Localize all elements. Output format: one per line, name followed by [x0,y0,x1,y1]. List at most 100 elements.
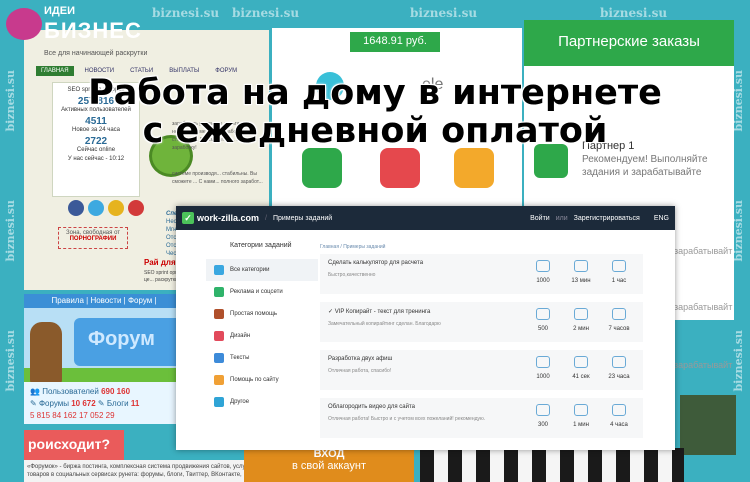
time-value: 41 сек [572,374,590,380]
login-button-sublabel: в свой аккаунт [291,460,367,472]
what-happens-heading: роисходит? [24,430,124,460]
stopwatch-icon [574,404,588,416]
watermark-text: biznesi.su [600,6,668,20]
money-tile-icon[interactable] [454,148,494,188]
banner-line2: ПОРНОГРАФИИ [69,236,117,242]
google-icon[interactable] [108,200,124,216]
task-card[interactable]: Разработка двух афиш Отличная работа, сп… [320,350,643,390]
time-metric: 41 сек [566,356,596,380]
youtube-icon[interactable] [128,200,144,216]
partners-title: Партнерские заказы [524,20,734,66]
task-card[interactable]: Облагородить видео для сайта Отличная ра… [320,398,643,438]
time-value: 2 мин [573,326,589,332]
blogs-label: Блоги [106,399,129,408]
forum-stats: 👥 Пользователей 690 160 ✎ Форумы 10 672 … [24,382,184,424]
deadline-value: 1 час [611,278,627,284]
title-line2: с ежедневной оплатой [142,111,608,151]
balance-badge: 1648.91 руб. [350,32,440,52]
plus-tile-icon[interactable] [302,148,342,188]
deadline-metric: 1 час [604,260,634,284]
users-label: Пользователей [42,387,99,396]
text-icon [214,353,224,363]
section-title: Примеры заданий [272,214,333,222]
all-icon [214,265,224,275]
category-label: Простая помощь [230,311,278,317]
stopwatch-icon [574,260,588,272]
register-link[interactable]: Зарегистрироваться [574,215,640,222]
porn-free-banner: Зона, свободная от ПОРНОГРАФИИ [58,227,128,249]
categories-title: Категории заданий [230,242,292,249]
clock-icon [612,404,626,416]
twitter-icon[interactable] [88,200,104,216]
design-icon [214,331,224,341]
forum-nav[interactable]: Правила | Новости | Форум | [24,294,184,308]
categories-sidebar: Категории заданий Все категории Реклама … [206,242,318,413]
clock-icon [612,356,626,368]
watermark-column-left: biznesi.su biznesi.su biznesi.su [0,0,22,482]
stopwatch-icon [574,308,588,320]
workzilla-window: ✓ work-zilla.com / Примеры заданий Войти… [176,206,675,450]
workzilla-logo-text: work-zilla.com [197,213,260,223]
category-other[interactable]: Другое [206,391,318,413]
time-metric: 13 мин [566,260,596,284]
category-simple-help[interactable]: Простая помощь [206,303,318,325]
price-icon [536,356,550,368]
site-icon [214,375,224,385]
cartoon-boy-icon [30,322,62,384]
deadline-value: 23 часа [608,374,630,380]
price-value: 1000 [536,374,550,380]
deadline-metric: 23 часа [604,356,634,380]
logo-business: БИЗНЕС [44,18,142,43]
auth-links: Войти или Зарегистрироваться ENG [530,215,669,222]
earn-text: зарабатывайт [674,360,733,370]
time-value: 13 мин [571,278,591,284]
login-link[interactable]: Войти [530,215,550,222]
category-texts[interactable]: Тексты [206,347,318,369]
site-logo[interactable]: ИДЕИ БИЗНЕС [4,2,141,52]
workzilla-logo[interactable]: ✓ work-zilla.com [182,212,259,224]
deadline-metric: 4 часа [604,404,634,428]
category-label: Реклама и соцсети [230,289,283,295]
category-label: Тексты [230,355,250,361]
forum-forums-row: ✎ Форумы 10 672 ✎ Блоги 11 [30,399,140,408]
breadcrumb[interactable]: Главная / Примеры заданий [320,244,385,250]
task-tile-icon[interactable] [380,148,420,188]
watermark-text: biznesi.su [4,330,17,392]
category-site-help[interactable]: Помощь по сайту [206,369,318,391]
blogs-count: 11 [130,399,140,408]
megaphone-icon [214,287,224,297]
help-icon [214,309,224,319]
price-value: 500 [537,326,548,332]
time-value: 1 мин [573,422,589,428]
bricks-decoration [420,448,684,482]
workzilla-header: ✓ work-zilla.com / Примеры заданий Войти… [176,206,675,230]
composite-image: biznesi.su biznesi.su biznesi.su biznesi… [0,0,750,482]
category-label: Все категории [230,267,270,273]
price-value: 1000 [536,278,550,284]
price-metric: 500 [528,308,558,332]
watermark-text: biznesi.su [410,6,478,20]
earn-text: зарабатывайт [674,246,733,256]
watermark-text: biznesi.su [232,6,300,20]
task-card[interactable]: Сделать калькулятор для расчета Быстро,к… [320,254,643,294]
price-icon [536,260,550,272]
earn-text: зарабатывайт [674,302,733,312]
category-ads[interactable]: Реклама и соцсети [206,281,318,303]
stopwatch-icon [574,356,588,368]
deadline-metric: 7 часов [604,308,634,332]
price-icon [536,308,550,320]
money-stack-icon [680,395,736,455]
facebook-icon[interactable] [68,200,84,216]
other-icon [214,397,224,407]
count: 29 [105,411,115,420]
category-all[interactable]: Все категории [206,259,318,281]
category-label: Дизайн [230,333,251,339]
language-switch[interactable]: ENG [654,215,669,222]
check-logo-icon: ✓ [182,212,194,224]
category-design[interactable]: Дизайн [206,325,318,347]
brain-icon [6,8,42,40]
task-card[interactable]: ✓ VIP Копирайт - текст для тренинга Заме… [320,302,643,342]
logo-ideas: ИДЕИ [44,5,75,17]
intro-text-line: системе производя... стабильны. Вы сможе… [172,171,263,185]
title-line1: Работа на дому в интернете [88,73,662,113]
